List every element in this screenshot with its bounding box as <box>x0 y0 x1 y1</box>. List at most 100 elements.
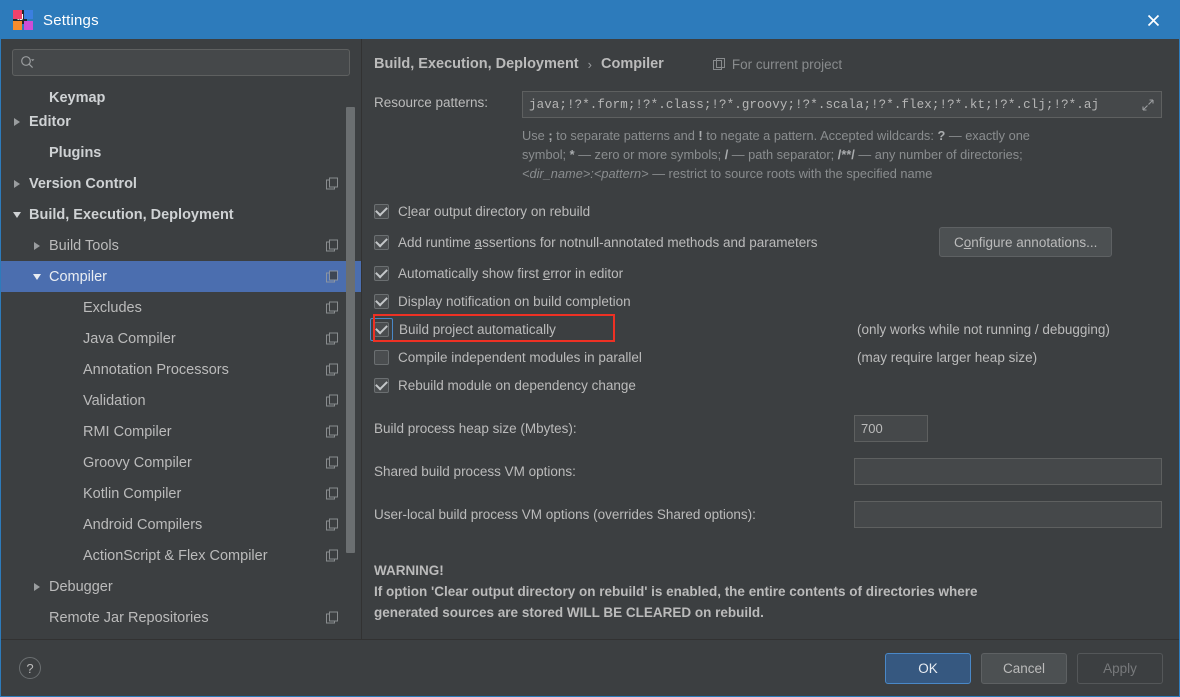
shared-vm-options-row: Shared build process VM options: <box>374 458 1163 485</box>
checkbox-automatically-show-first-error-in-editor[interactable] <box>374 265 389 281</box>
settings-tree: Keymap Editor Plugins Version Control Build,… <box>1 84 361 639</box>
project-scope-badge-icon <box>326 456 339 469</box>
sidebar-item-debugger[interactable]: Debugger <box>1 571 361 602</box>
close-icon[interactable] <box>1127 1 1179 39</box>
checkbox-row-compile-independent-modules-in-parallel[interactable]: Compile independent modules in parallel (… <box>374 343 1163 371</box>
sidebar-item-label: Kotlin Compiler <box>83 485 182 502</box>
chevron-right-icon[interactable] <box>28 241 45 250</box>
resource-patterns-value[interactable]: java;!?*.form;!?*.class;!?*.groovy;!?*.s… <box>529 98 1141 112</box>
sidebar-item-plugins[interactable]: Plugins <box>1 137 361 168</box>
sidebar-item-label: Android Compilers <box>83 516 203 533</box>
chevron-down-icon[interactable] <box>28 273 45 280</box>
sidebar-item-label: Build, Execution, Deployment <box>29 206 234 223</box>
checkbox-display-notification-on-build-completion[interactable] <box>374 293 389 309</box>
sidebar-item-label: Annotation Processors <box>83 361 229 378</box>
search-box[interactable] <box>12 49 350 76</box>
project-scope-badge-icon <box>326 425 339 438</box>
project-scope-badge-icon <box>326 239 339 252</box>
sidebar-item-android-compilers[interactable]: Android Compilers <box>1 509 361 540</box>
checkbox-rebuild-module-on-dependency-change[interactable] <box>374 377 389 393</box>
sidebar-item-label: Version Control <box>29 175 137 192</box>
checkbox-row-rebuild-module-on-dependency-change[interactable]: Rebuild module on dependency change <box>374 371 1163 399</box>
checkbox-label: Build project automatically <box>399 321 556 337</box>
sidebar-item-kotlin-compiler[interactable]: Kotlin Compiler <box>1 478 361 509</box>
sidebar-item-java-compiler[interactable]: Java Compiler <box>1 323 361 354</box>
tree-scroll-area[interactable]: Keymap Editor Plugins Version Control Build,… <box>1 84 361 639</box>
project-scope-badge-icon <box>326 332 339 345</box>
heap-size-row: Build process heap size (Mbytes): <box>374 415 1163 442</box>
project-scope-label: For current project <box>731 56 843 72</box>
sidebar-item-excludes[interactable]: Excludes <box>1 292 361 323</box>
title-bar: IJ Settings <box>1 1 1179 39</box>
checkbox-row-display-notification-on-build-completion[interactable]: Display notification on build completion <box>374 287 1163 315</box>
intellij-idea-logo-icon: IJ <box>13 10 33 30</box>
warning-title: WARNING! <box>374 563 444 578</box>
breadcrumb-root[interactable]: Build, Execution, Deployment <box>374 56 579 72</box>
search-input[interactable] <box>39 55 342 70</box>
checkbox-label: Clear output directory on rebuild <box>398 203 591 219</box>
sidebar-item-build-execution-deployment[interactable]: Build, Execution, Deployment <box>1 199 361 230</box>
help-line-3: <dir_name>:<pattern> — restrict to sourc… <box>522 166 933 181</box>
checkbox-clear-output-directory-on-rebuild[interactable] <box>374 203 389 219</box>
checkbox-label: Compile independent modules in parallel <box>398 349 642 365</box>
compiler-options-group: Clear output directory on rebuild Add run… <box>370 197 1163 399</box>
checkbox-add-runtime-assertions-for-notnull-annotat[interactable] <box>374 234 389 250</box>
help-button[interactable]: ? <box>19 657 41 679</box>
sidebar-item-actionscript-flex-compiler[interactable]: ActionScript & Flex Compiler <box>1 540 361 571</box>
userlocal-vm-options-input[interactable] <box>854 501 1162 528</box>
sidebar-item-label: Groovy Compiler <box>83 454 192 471</box>
chevron-right-icon[interactable] <box>8 117 25 126</box>
checkbox-row-automatically-show-first-error-in-editor[interactable]: Automatically show first error in editor <box>374 259 1163 287</box>
checkbox-row-add-runtime-assertions-for-notnull-annotat[interactable]: Add runtime assertions for notnull-annot… <box>374 225 1163 259</box>
breadcrumb-separator-icon: › <box>587 56 592 72</box>
resource-patterns-help: Use ; to separate patterns and ! to nega… <box>522 126 1152 183</box>
sidebar-item-build-tools[interactable]: Build Tools <box>1 230 361 261</box>
sidebar-item-keymap[interactable]: Keymap <box>1 84 361 106</box>
chevron-down-icon[interactable] <box>8 211 25 218</box>
project-scope-badge-icon <box>326 549 339 562</box>
sidebar-item-remote-jar-repositories[interactable]: Remote Jar Repositories <box>1 602 361 633</box>
project-scope-badge-icon <box>326 518 339 531</box>
cancel-button[interactable]: Cancel <box>981 652 1067 684</box>
ok-button[interactable]: OK <box>885 652 971 684</box>
sidebar-item-rmi-compiler[interactable]: RMI Compiler <box>1 416 361 447</box>
sidebar-item-label: Build Tools <box>49 237 119 254</box>
shared-vm-options-label: Shared build process VM options: <box>374 464 576 479</box>
sidebar-scrollbar-thumb[interactable] <box>346 107 355 553</box>
checkbox-row-clear-output-directory-on-rebuild[interactable]: Clear output directory on rebuild <box>374 197 1163 225</box>
sidebar-item-groovy-compiler[interactable]: Groovy Compiler <box>1 447 361 478</box>
heap-size-input[interactable] <box>854 415 928 442</box>
checkbox-build-project-automatically[interactable] <box>374 321 389 337</box>
project-scope-badge-icon <box>326 363 339 376</box>
configure-annotations-button[interactable]: Co nfigure annotations... <box>939 227 1113 257</box>
warning-line-2: generated sources are stored WILL BE CLE… <box>374 605 764 620</box>
sidebar-item-label: Editor <box>29 113 71 130</box>
apply-button[interactable]: Apply <box>1077 652 1163 684</box>
userlocal-vm-options-row: User-local build process VM options (ove… <box>374 501 1163 528</box>
checkbox-label: Automatically show first error in editor <box>398 265 624 281</box>
chevron-right-icon[interactable] <box>28 582 45 591</box>
shared-vm-options-input[interactable] <box>854 458 1162 485</box>
sidebar-item-version-control[interactable]: Version Control <box>1 168 361 199</box>
expand-icon[interactable] <box>1141 98 1155 111</box>
sidebar-item-label: Keymap <box>49 90 106 106</box>
search-row <box>1 39 361 84</box>
checkbox-label: Add runtime assertions for notnull-annot… <box>398 234 818 250</box>
project-scope-badge-icon <box>326 394 339 407</box>
sidebar-item-label: Remote Jar Repositories <box>49 609 209 626</box>
checkbox-compile-independent-modules-in-parallel[interactable] <box>374 349 389 365</box>
sidebar-item-annotation-processors[interactable]: Annotation Processors <box>1 354 361 385</box>
sidebar-item-label: Compiler <box>49 268 108 285</box>
breadcrumb-leaf: Compiler <box>600 56 664 72</box>
project-scope-badge-icon <box>326 270 339 283</box>
sidebar-item-editor[interactable]: Editor <box>1 106 361 137</box>
chevron-right-icon[interactable] <box>8 179 25 188</box>
sidebar-item-validation[interactable]: Validation <box>1 385 361 416</box>
sidebar-item-label: Validation <box>83 392 146 409</box>
sidebar-item-label: RMI Compiler <box>83 423 172 440</box>
checkbox-row-build-project-automatically[interactable]: Build project automatically (only works w… <box>370 315 1163 343</box>
sidebar-item-label: Plugins <box>49 144 102 161</box>
resource-patterns-field[interactable]: java;!?*.form;!?*.class;!?*.groovy;!?*.s… <box>522 91 1162 118</box>
sidebar-item-compiler[interactable]: Compiler <box>1 261 361 292</box>
heap-size-label: Build process heap size (Mbytes): <box>374 421 577 436</box>
